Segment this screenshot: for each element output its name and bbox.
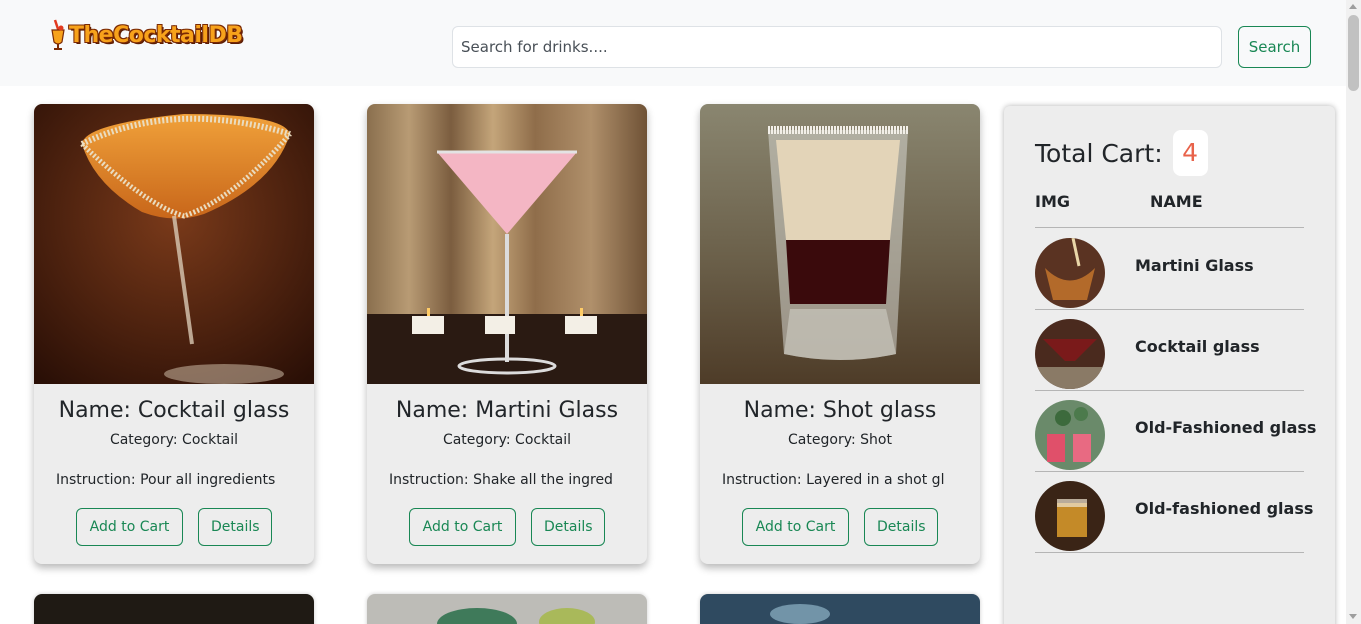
- cocktail-logo-icon: [51, 19, 65, 50]
- logo[interactable]: TheCocktailDB: [49, 18, 243, 52]
- navbar: TheCocktailDB Search: [0, 0, 1346, 86]
- column-header-img: IMG: [1035, 192, 1071, 211]
- drink-card: Name: Shot glass Category: Shot Instruct…: [700, 104, 980, 564]
- drink-card: [700, 594, 980, 624]
- cart-item-thumbnail: [1035, 400, 1105, 470]
- cart-row: Cocktail glass: [1035, 310, 1304, 391]
- cart-item-thumbnail: [1035, 238, 1105, 308]
- drink-card: Name: Cocktail glass Category: Cocktail …: [34, 104, 314, 564]
- cart-row: Old-Fashioned glass: [1035, 391, 1316, 472]
- logo-text: TheCocktailDB: [69, 22, 243, 48]
- drink-category: Category: Cocktail: [442, 432, 572, 448]
- drink-name: Name: Cocktail glass: [58, 398, 290, 423]
- cart-row: Martini Glass: [1035, 229, 1304, 310]
- drink-instruction: Instruction: Layered in a shot gl: [722, 472, 945, 488]
- search-input[interactable]: [452, 26, 1222, 68]
- cart-item-name: Old-Fashioned glass: [1135, 418, 1317, 437]
- drink-category: Category: Cocktail: [109, 432, 239, 448]
- drink-image: [367, 594, 647, 624]
- drink-card: Name: Martini Glass Category: Cocktail I…: [367, 104, 647, 564]
- details-button[interactable]: Details: [864, 508, 938, 546]
- cart-count-badge: 4: [1172, 130, 1208, 176]
- drink-image: [700, 594, 980, 624]
- drink-image: [34, 594, 314, 624]
- cart-item-thumbnail: [1035, 319, 1105, 389]
- search-button[interactable]: Search: [1238, 26, 1311, 68]
- cart-panel: Total Cart: 4 IMG NAME Martini Glass Coc…: [1004, 106, 1335, 624]
- drink-card: [367, 594, 647, 624]
- column-header-name: NAME: [1150, 192, 1203, 211]
- add-to-cart-button[interactable]: Add to Cart: [409, 508, 516, 546]
- cart-item-thumbnail: [1035, 481, 1105, 551]
- cart-table-header: IMG NAME: [1035, 192, 1304, 228]
- add-to-cart-button[interactable]: Add to Cart: [742, 508, 849, 546]
- cart-item-name: Old-fashioned glass: [1135, 499, 1314, 518]
- details-button[interactable]: Details: [531, 508, 605, 546]
- drink-category: Category: Shot: [788, 432, 892, 448]
- drink-image: [34, 104, 314, 384]
- drink-instruction: Instruction: Shake all the ingred: [389, 472, 613, 488]
- drink-image: [367, 104, 647, 384]
- cart-row: Old-fashioned glass: [1035, 472, 1313, 553]
- drink-name: Name: Shot glass: [743, 398, 937, 423]
- scroll-down-arrow-icon[interactable]: [1349, 614, 1357, 619]
- drink-image: [700, 104, 980, 384]
- drink-card: [34, 594, 314, 624]
- cart-item-name: Cocktail glass: [1135, 337, 1260, 356]
- details-button[interactable]: Details: [198, 508, 272, 546]
- page-scrollbar[interactable]: [1346, 0, 1361, 624]
- scroll-thumb[interactable]: [1348, 15, 1359, 91]
- drink-name: Name: Martini Glass: [395, 398, 619, 423]
- cart-item-name: Martini Glass: [1135, 256, 1254, 275]
- scroll-up-arrow-icon[interactable]: [1349, 4, 1357, 9]
- drink-instruction: Instruction: Pour all ingredients: [56, 472, 276, 488]
- add-to-cart-button[interactable]: Add to Cart: [76, 508, 183, 546]
- cart-title: Total Cart:: [1035, 138, 1163, 168]
